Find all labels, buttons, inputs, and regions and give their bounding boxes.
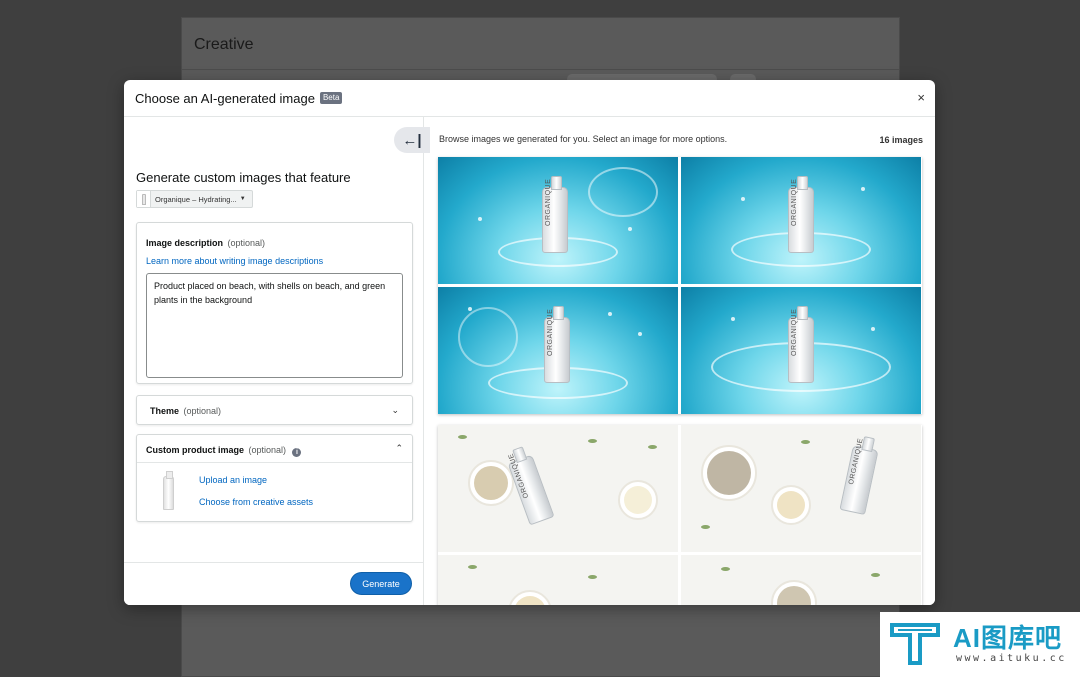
image-description-label: Image description [146,238,224,248]
optional-tag: (optional) [183,406,221,416]
modal-header: Choose an AI-generated image Beta [124,80,935,117]
custom-product-image-section: Custom product image (optional) i ⌃ Uplo… [136,434,413,522]
generated-image[interactable]: ORGANIQUE [681,287,921,414]
generated-image[interactable] [681,555,921,605]
info-icon[interactable]: i [292,447,302,457]
panel-footer: Generate [124,562,423,605]
upload-image-link[interactable]: Upload an image [199,475,267,485]
generated-image[interactable]: ORGANIQUE [681,425,921,552]
ai-image-modal: Choose an AI-generated image Beta × ←| G… [124,80,935,605]
theme-label: Theme [150,406,180,416]
custom-product-label: Custom product image [146,444,245,455]
generated-image[interactable]: ORGANIQUE [438,157,678,284]
product-select-label: Organique – Hydrating... [155,194,237,204]
generated-image[interactable] [438,555,678,605]
product-thumbnail [137,191,151,207]
optional-tag: (optional) [248,444,286,455]
product-select[interactable]: Organique – Hydrating... ▼ [136,190,253,208]
learn-more-link[interactable]: Learn more about writing image descripti… [146,256,403,266]
image-description-input[interactable]: Product placed on beach, with shells on … [146,273,403,378]
image-results-panel: Browse images we generated for you. Sele… [425,117,935,605]
image-group-herbal: ORGANIQUE ORGANIQUE [438,425,922,605]
product-image-thumbnail [148,470,188,515]
custom-product-header[interactable]: Custom product image (optional) i ⌃ [137,435,412,463]
generate-panel: ←| Generate custom images that feature O… [124,117,430,605]
image-group-water: ORGANIQUE ORGANIQUE ORGANIQUE ORGANIQUE [438,157,922,414]
divider [182,69,899,70]
choose-creative-assets-link[interactable]: Choose from creative assets [199,497,313,507]
watermark-text: AI图库吧 [953,623,1063,653]
generated-image[interactable]: ORGANIQUE [681,157,921,284]
modal-title: Choose an AI-generated image [135,90,315,106]
generate-heading: Generate custom images that feature [136,170,351,185]
collapse-panel-icon[interactable]: ←| [394,127,430,153]
chevron-up-icon: ⌃ [395,443,403,453]
optional-tag: (optional) [227,238,266,248]
chevron-down-icon: ⌄ [391,404,399,415]
image-description-card: Image description (optional) Learn more … [136,222,413,384]
watermark: AI图库吧 www.aituku.cc [880,612,1080,677]
browse-instructions: Browse images we generated for you. Sele… [439,134,728,144]
theme-section[interactable]: Theme (optional) ⌄ [136,395,413,425]
generated-image[interactable]: ORGANIQUE [438,425,678,552]
close-icon[interactable]: × [917,91,925,104]
beta-badge: Beta [319,92,343,104]
background-page-title: Creative [194,36,254,53]
watermark-logo-icon [890,623,940,665]
image-count: 16 images [879,135,923,145]
generated-image[interactable]: ORGANIQUE [438,287,678,414]
watermark-url: www.aituku.cc [956,653,1067,664]
generate-button[interactable]: Generate [350,572,412,595]
chevron-down-icon: ▼ [239,196,246,202]
